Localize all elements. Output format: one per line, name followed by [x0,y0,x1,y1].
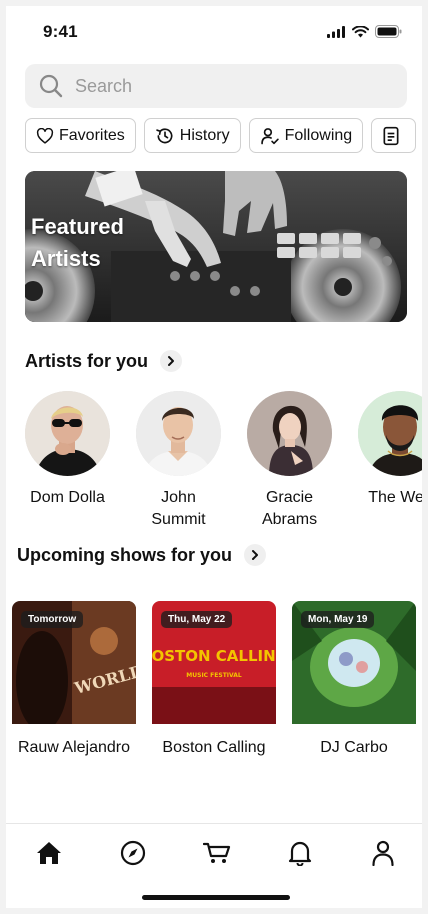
chevron-right-icon[interactable] [160,350,183,372]
show-date-badge: Thu, May 22 [161,611,233,628]
signal-icon [327,25,345,38]
cart-icon [203,842,231,863]
tab-cart[interactable] [202,838,232,868]
chevron-right-icon[interactable] [244,544,267,566]
shows-section-title: Upcoming shows for you [17,544,233,565]
tab-explore[interactable] [118,838,148,868]
document-icon [383,126,399,145]
user-check-icon [260,127,279,144]
search-bar[interactable]: Search [25,64,407,108]
favorites-chip[interactable]: Favorites [25,118,136,153]
artist-item[interactable]: Gracie Abrams [247,391,332,531]
show-poster: WORLD Tomorrow [12,601,136,724]
avatar [25,391,110,476]
tab-notifications[interactable] [285,838,315,868]
status-time: 9:41 [43,22,78,41]
show-name: Boston Calling [162,739,266,756]
artists-section-header[interactable]: Artists for you [25,350,183,372]
compass-icon [120,840,146,866]
favorites-chip-label: Favorites [59,126,125,144]
show-card[interactable]: BOSTON CALLING MUSIC FESTIVAL Thu, May 22… [152,601,276,759]
artists-list: Dom Dolla John Summit Gracie Abrams The … [25,391,422,531]
artists-section-title: Artists for you [25,350,149,371]
following-chip[interactable]: Following [248,118,364,153]
document-chip[interactable] [371,118,417,153]
artist-item[interactable]: John Summit [136,391,221,531]
wifi-icon [352,25,369,37]
show-date-badge: Tomorrow [21,611,84,628]
featured-artists-banner[interactable]: Featured Artists [25,171,407,322]
show-poster: BOSTON CALLING MUSIC FESTIVAL Thu, May 22 [152,601,276,724]
artist-name: The Wee [368,489,422,506]
show-date-badge: Mon, May 19 [301,611,375,628]
home-icon [37,842,61,864]
tab-profile[interactable] [368,838,398,868]
following-chip-label: Following [284,126,353,144]
home-indicator [142,895,290,900]
artist-item[interactable]: Dom Dolla [25,391,110,531]
show-card[interactable]: WORLD Tomorrow Rauw Alejandro [12,601,136,759]
shows-section-header[interactable]: Upcoming shows for you [17,544,267,566]
bell-icon [288,841,312,866]
avatar [247,391,332,476]
show-card[interactable]: Mon, May 19 DJ Carbo [292,601,416,759]
battery-icon [375,25,402,38]
poster-subtitle: MUSIC FESTIVAL [186,672,242,679]
artist-item[interactable]: The Wee [358,391,422,531]
artist-name: Dom Dolla [30,489,105,506]
show-name: Rauw Alejandro [17,739,131,756]
status-bar: 9:41 [6,6,422,58]
search-placeholder: Search [75,75,133,96]
artist-name: Gracie Abrams [261,489,318,528]
artist-name: John Summit [151,489,206,528]
app-screen: 9:41 Search Favorites History Following [6,6,422,908]
avatar [358,391,422,476]
history-chip-label: History [179,126,230,144]
avatar [136,391,221,476]
heart-icon [36,127,54,144]
poster-title: BOSTON CALLING [152,647,276,665]
show-poster: Mon, May 19 [292,601,416,724]
shows-list: WORLD Tomorrow Rauw Alejandro BOSTON CAL… [12,601,416,759]
history-chip[interactable]: History [143,118,241,153]
search-icon [39,74,63,98]
profile-icon [372,840,394,866]
featured-title: Featured Artists [31,214,124,271]
tab-home[interactable] [34,838,64,868]
status-icons [327,25,402,38]
filter-chips: Favorites History Following [25,118,417,153]
show-name: DJ Carbo [320,739,388,756]
history-icon [156,127,173,143]
